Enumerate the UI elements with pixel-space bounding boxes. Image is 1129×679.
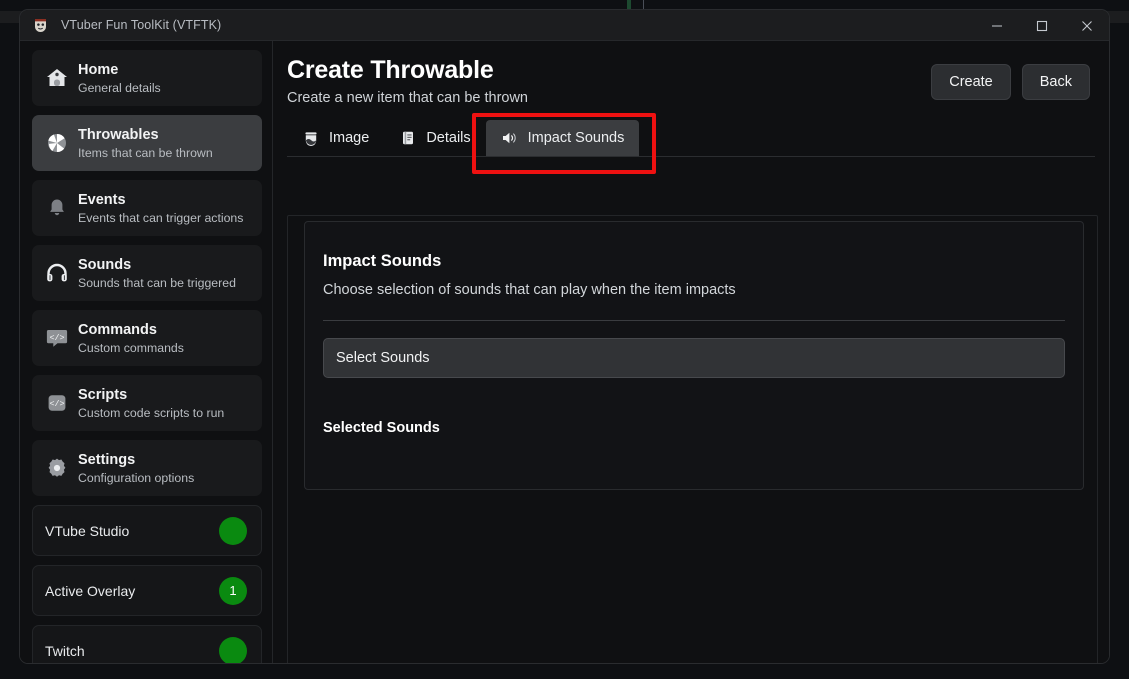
details-icon — [399, 130, 416, 147]
maximize-icon[interactable] — [1019, 10, 1064, 41]
sidebar-item-subtitle: Items that can be thrown — [78, 145, 213, 161]
status-badge — [219, 637, 247, 665]
card-divider — [323, 320, 1065, 321]
impact-sounds-card: Impact Sounds Choose selection of sounds… — [304, 221, 1084, 490]
sidebar-item-sounds[interactable]: Sounds Sounds that can be triggered — [32, 245, 262, 301]
sidebar-item-title: Commands — [78, 321, 184, 339]
svg-text:</>: </> — [49, 399, 64, 409]
tab-impact-sounds[interactable]: Impact Sounds — [486, 120, 640, 156]
sidebar-item-title: Events — [78, 191, 243, 209]
app-window: VTuber Fun ToolKit (VTFTK) — [19, 9, 1110, 664]
tab-label: Details — [426, 130, 470, 146]
code-icon: </> — [42, 388, 72, 418]
status-item-active-overlay[interactable]: Active Overlay 1 — [32, 565, 262, 616]
headphones-icon — [42, 258, 72, 288]
sidebar-item-events[interactable]: Events Events that can trigger actions — [32, 180, 262, 236]
sidebar-item-subtitle: Custom commands — [78, 340, 184, 356]
back-button[interactable]: Back — [1022, 64, 1090, 100]
tab-label: Image — [329, 130, 369, 146]
status-item-twitch[interactable]: Twitch — [32, 625, 262, 664]
sidebar-item-title: Scripts — [78, 386, 224, 404]
sidebar-item-subtitle: Configuration options — [78, 470, 194, 486]
page-header: Create Throwable Create a new item that … — [287, 54, 1095, 108]
close-icon[interactable] — [1064, 10, 1109, 41]
sidebar-item-settings[interactable]: Settings Configuration options — [32, 440, 262, 496]
sidebar-item-title: Home — [78, 61, 161, 79]
sidebar-item-title: Throwables — [78, 126, 213, 144]
svg-text:</>: </> — [49, 333, 64, 343]
image-icon — [302, 130, 319, 147]
vtftk-logo-icon — [32, 17, 49, 34]
tab-details[interactable]: Details — [384, 120, 485, 156]
sidebar-item-throwables[interactable]: Throwables Items that can be thrown — [32, 115, 262, 171]
bell-icon — [42, 193, 72, 223]
sidebar-item-subtitle: Sounds that can be triggered — [78, 275, 236, 291]
app-body: Home General details — [20, 41, 1109, 664]
select-sounds-input[interactable]: Select Sounds — [323, 338, 1065, 378]
throwable-icon — [42, 128, 72, 158]
desktop-background: VTuber Fun ToolKit (VTFTK) — [0, 0, 1129, 679]
sidebar-item-scripts[interactable]: </> Scripts Custom code scripts to run — [32, 375, 262, 431]
gear-icon — [42, 453, 72, 483]
tab-bar: Image Details — [287, 120, 1095, 157]
page-title: Create Throwable — [287, 54, 931, 86]
status-label: VTube Studio — [45, 523, 129, 539]
status-badge: 1 — [219, 577, 247, 605]
selected-sounds-heading: Selected Sounds — [323, 420, 1065, 436]
sidebar-item-home[interactable]: Home General details — [32, 50, 262, 106]
card-title: Impact Sounds — [323, 250, 1065, 272]
sidebar-item-title: Sounds — [78, 256, 236, 274]
page-header-actions: Create Back — [931, 54, 1095, 100]
title-bar[interactable]: VTuber Fun ToolKit (VTFTK) — [20, 10, 1109, 41]
tab-label: Impact Sounds — [528, 130, 625, 146]
window-controls — [974, 10, 1109, 41]
main-content: Create Throwable Create a new item that … — [273, 41, 1109, 664]
status-badge — [219, 517, 247, 545]
tab-image[interactable]: Image — [287, 120, 384, 156]
page-subtitle: Create a new item that can be thrown — [287, 88, 931, 108]
window-title: VTuber Fun ToolKit (VTFTK) — [61, 18, 221, 32]
sidebar-item-commands[interactable]: </> Commands Custom commands — [32, 310, 262, 366]
select-sounds-label: Select Sounds — [336, 350, 430, 366]
home-icon — [42, 63, 72, 93]
tab-panel-box: Impact Sounds Choose selection of sounds… — [287, 215, 1098, 664]
sidebar-item-subtitle: Custom code scripts to run — [78, 405, 224, 421]
card-subtitle: Choose selection of sounds that can play… — [323, 280, 1065, 300]
page-header-text: Create Throwable Create a new item that … — [287, 54, 931, 108]
status-label: Active Overlay — [45, 583, 135, 599]
code-icon: </> — [42, 323, 72, 353]
sidebar: Home General details — [20, 41, 273, 664]
minimize-icon[interactable] — [974, 10, 1019, 41]
sidebar-item-subtitle: Events that can trigger actions — [78, 210, 243, 226]
status-label: Twitch — [45, 643, 85, 659]
create-button[interactable]: Create — [931, 64, 1011, 100]
status-item-vtube-studio[interactable]: VTube Studio — [32, 505, 262, 556]
sidebar-item-title: Settings — [78, 451, 194, 469]
speaker-icon — [501, 130, 518, 147]
sidebar-item-subtitle: General details — [78, 80, 161, 96]
